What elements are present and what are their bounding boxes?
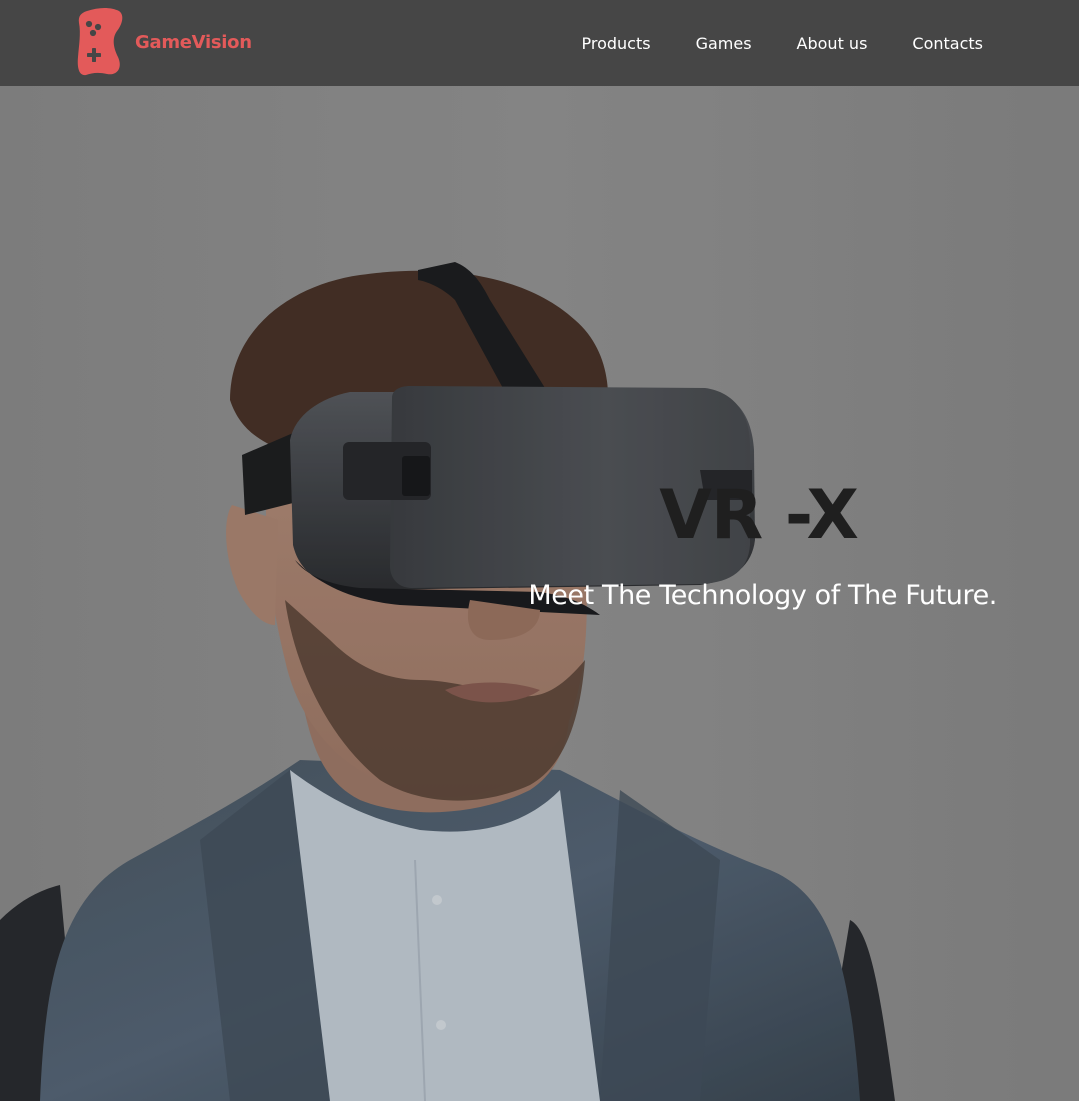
brand-name: GameVision [135, 31, 252, 53]
hero-title: VR -X [659, 476, 859, 555]
brand-home-link[interactable]: GameVision [77, 7, 252, 77]
nav-link-products[interactable]: Products [581, 34, 650, 53]
main-nav: Products Games About us Contacts [581, 0, 983, 86]
hero-section: VR -X Meet The Technology of The Future. [0, 86, 1079, 1101]
hero-subtitle: Meet The Technology of The Future. [528, 580, 997, 611]
site-header: GameVision Products Games About us Conta… [0, 0, 1079, 86]
gamepad-icon [77, 8, 123, 76]
nav-link-about-us[interactable]: About us [797, 34, 868, 53]
nav-link-contacts[interactable]: Contacts [912, 34, 983, 53]
nav-link-games[interactable]: Games [696, 34, 752, 53]
